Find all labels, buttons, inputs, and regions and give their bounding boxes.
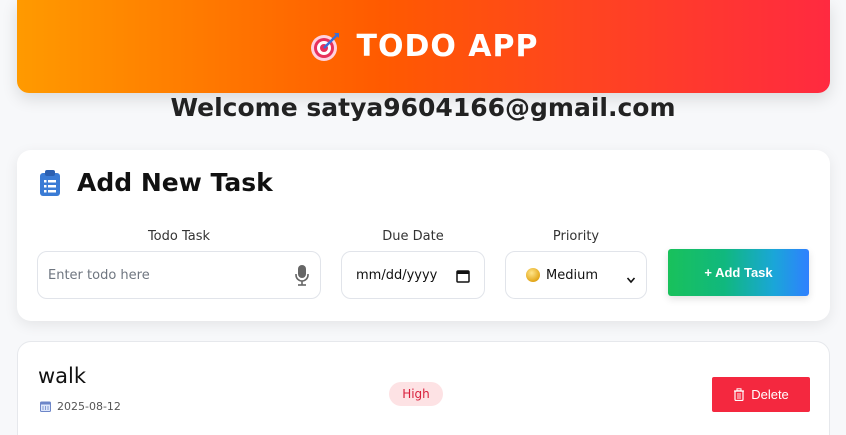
medium-dot-icon [526,268,540,282]
chevron-down-icon [626,270,636,284]
delete-task-button[interactable]: Delete [712,377,810,412]
task-date-text: 2025-08-12 [57,400,121,413]
target-dart-icon [308,30,342,64]
due-date-input[interactable]: mm/dd/yyyy [341,251,485,299]
app-title: TODO APP [308,29,538,64]
calendar-icon [40,401,51,412]
priority-badge: High [389,382,443,406]
trash-icon [733,388,745,402]
add-task-heading: Add New Task [39,168,273,197]
due-date-label: Due Date [382,229,444,244]
clipboard-icon [39,169,61,197]
todo-task-placeholder: Enter todo here [48,267,150,283]
microphone-icon[interactable] [294,264,310,286]
calendar-icon[interactable] [456,268,470,283]
todo-app-page: TODO APP Welcome satya9604166@gmail.com … [0,0,846,435]
add-task-button[interactable]: + Add Task [668,249,809,296]
priority-selected-label: Medium [546,267,598,283]
task-date: 2025-08-12 [40,400,121,413]
add-task-card: Add New Task Todo Task Due Date Priority… [17,150,830,321]
priority-select[interactable]: Medium [505,251,647,299]
todo-task-input[interactable]: Enter todo here [37,251,321,299]
due-date-placeholder: mm/dd/yyyy [356,267,438,283]
todo-task-label: Todo Task [147,229,211,244]
priority-selected: Medium [526,268,598,283]
task-item: walk 2025-08-12 High Delete [17,341,830,435]
delete-label: Delete [751,387,789,402]
app-header: TODO APP [17,0,830,93]
add-task-title: Add New Task [77,168,273,197]
priority-label: Priority [552,229,600,244]
app-title-text: TODO APP [356,29,539,64]
welcome-message: Welcome satya9604166@gmail.com [170,93,676,122]
task-name: walk [38,364,87,388]
